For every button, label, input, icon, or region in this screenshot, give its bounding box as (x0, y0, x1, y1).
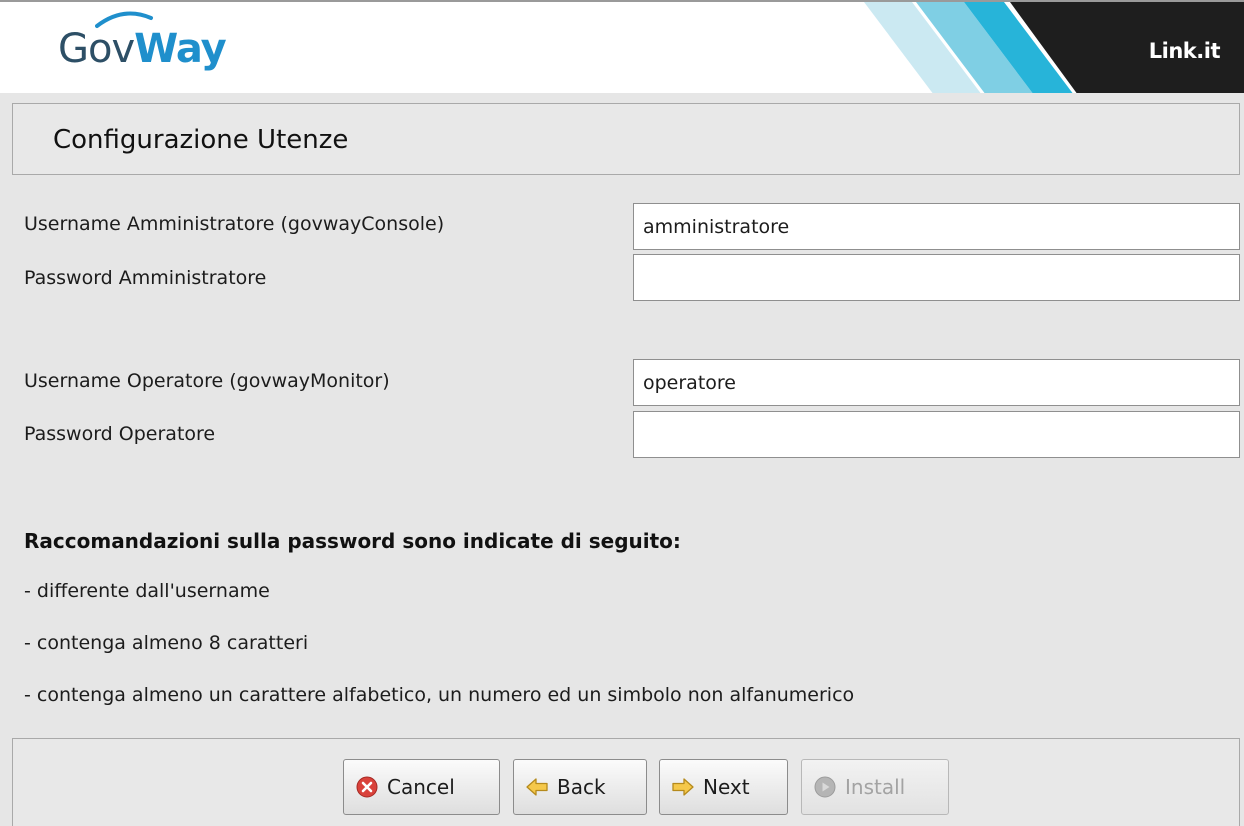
recommendation-item: - contenga almeno 8 caratteri (24, 632, 309, 654)
password-recommendations-title: Raccomandazioni sulla password sono indi… (24, 529, 681, 553)
admin-username-input[interactable] (633, 203, 1240, 250)
wizard-button-bar: Cancel Back Next Install (12, 738, 1240, 826)
arrow-left-icon (526, 776, 548, 798)
operator-password-label: Password Operatore (24, 423, 216, 445)
admin-username-label: Username Amministratore (govwayConsole) (24, 213, 445, 235)
recommendation-item: - differente dall'username (24, 580, 270, 602)
back-button-label: Back (557, 775, 606, 799)
next-button-label: Next (703, 775, 750, 799)
logo-text-way: Way (134, 26, 227, 72)
page-title: Configurazione Utenze (53, 125, 349, 155)
app-header: GovWay Link.it (0, 0, 1244, 93)
operator-username-input[interactable] (633, 359, 1240, 406)
install-disc-icon (814, 776, 836, 798)
cancel-x-icon (356, 776, 378, 798)
install-button-label: Install (845, 775, 906, 799)
logo-text-gov: Gov (58, 26, 135, 72)
operator-username-label: Username Operatore (govwayMonitor) (24, 370, 390, 392)
back-button[interactable]: Back (513, 759, 647, 815)
section-title-panel: Configurazione Utenze (12, 103, 1240, 175)
install-button[interactable]: Install (801, 759, 949, 815)
admin-password-label: Password Amministratore (24, 267, 267, 289)
linkit-brand-logo: Link.it (1148, 39, 1221, 63)
cancel-button-label: Cancel (387, 775, 455, 799)
next-button[interactable]: Next (659, 759, 788, 815)
cancel-button[interactable]: Cancel (343, 759, 500, 815)
operator-password-input[interactable] (633, 411, 1240, 458)
govway-logo: GovWay (58, 24, 227, 74)
admin-password-input[interactable] (633, 254, 1240, 301)
recommendation-item: - contenga almeno un carattere alfabetic… (24, 684, 855, 706)
arrow-right-icon (672, 776, 694, 798)
